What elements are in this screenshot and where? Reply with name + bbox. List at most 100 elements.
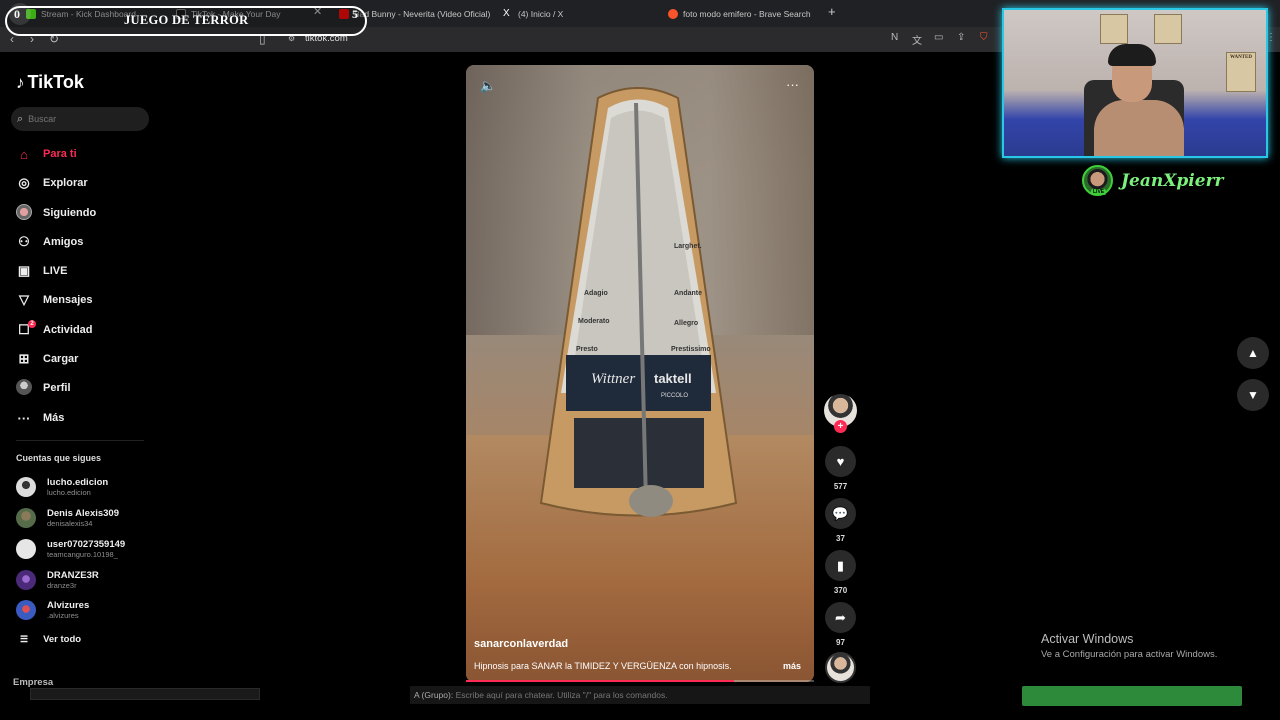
video-progress-fill [466, 680, 734, 682]
avatar-icon [16, 203, 32, 223]
avatar [16, 508, 36, 528]
following-item[interactable]: lucho.edicion lucho.edicion [16, 477, 108, 497]
activity-icon: ☐ 2 [16, 320, 36, 338]
following-handle: dranze3r [47, 581, 77, 590]
following-item[interactable]: user07027359149 teamcanguro.10198_ [16, 539, 125, 559]
nav-actividad[interactable]: ☐ 2 Actividad [16, 320, 93, 340]
tiktok-logo[interactable]: ♪ TikTok [16, 72, 84, 93]
more-options-icon[interactable]: ··· [786, 77, 799, 92]
share-button[interactable]: ➦ [825, 602, 856, 633]
nav-para-ti[interactable]: ⌂ Para ti [16, 144, 77, 164]
overlay-dot [9, 3, 31, 25]
live-icon: ▣ [17, 263, 31, 278]
following-name: DRANZE3R [47, 570, 99, 581]
previous-video-button[interactable]: ▲ [1237, 337, 1269, 369]
translate-off-icon[interactable]: N [891, 32, 898, 43]
search-input[interactable] [28, 114, 139, 124]
metronome-brand-right: taktell [654, 371, 692, 386]
follow-plus-icon[interactable]: + [834, 420, 847, 433]
following-handle: teamcanguro.10198_ [47, 550, 118, 559]
share-icon[interactable]: ⇪ [957, 32, 965, 43]
metronome-model: PICCOLO [661, 393, 688, 399]
heart-icon: ♥ [836, 454, 845, 469]
nav-mensajes[interactable]: ▽ Mensajes [16, 290, 93, 310]
streamer-badge: LIVE JeanXpierr [1082, 165, 1224, 196]
following-item[interactable]: Alvizures .alvizures [16, 600, 89, 620]
search-icon: ⌕ [17, 112, 24, 125]
tab-brave-search[interactable]: foto modo emifero - Brave Search [668, 4, 811, 24]
tempo-label: Adagio [584, 290, 608, 297]
avatar [16, 600, 36, 620]
following-item[interactable]: DRANZE3R dranze3r [16, 570, 99, 590]
comment-icon: 💬 [832, 505, 849, 521]
video-more-link[interactable]: más [783, 661, 801, 671]
volume-icon[interactable]: 🔈 [480, 78, 496, 94]
green-game-button[interactable] [1022, 686, 1242, 706]
metronome-brand-left: Wittner [591, 371, 635, 387]
webcam-feed: WANTED [1002, 8, 1268, 158]
avatar [16, 570, 36, 590]
video-progress-bar[interactable] [466, 680, 814, 682]
nav-explorar[interactable]: ◎ Explorar [16, 173, 88, 193]
nav-amigos[interactable]: ⚇ Amigos [16, 232, 83, 252]
music-disc-avatar[interactable] [825, 652, 856, 683]
game-chat-bar[interactable]: A (Grupo): Escribe aquí para chatear. Ut… [410, 686, 870, 704]
video-player[interactable]: Wittner taktell PICCOLO Larghet. Andante… [466, 65, 814, 682]
save-button[interactable]: ▮ [825, 550, 856, 581]
next-video-button[interactable]: ▼ [1237, 379, 1269, 411]
nav-siguiendo[interactable]: Siguiendo [16, 203, 96, 223]
nav-label: Perfil [43, 382, 71, 394]
nav-label: Explorar [43, 177, 88, 189]
translate-icon[interactable]: 文 [912, 32, 922, 47]
tempo-label: Andante [674, 290, 702, 297]
list-icon: ☰ [20, 634, 29, 644]
overlay-score-left: 0 [14, 7, 20, 21]
tempo-label: Larghet. [674, 243, 702, 250]
streamer-body [1094, 100, 1184, 156]
see-all-label: Ver todo [43, 634, 82, 645]
more-icon: ··· [17, 410, 31, 426]
home-icon: ⌂ [20, 146, 28, 162]
messages-icon: ▽ [19, 292, 29, 307]
wall-poster-wanted: WANTED [1226, 52, 1256, 92]
cast-icon[interactable]: ▭ [934, 32, 943, 43]
overlay-title: JUEGO DE TERROR [124, 13, 249, 27]
save-count: 370 [833, 586, 848, 595]
streamer-name: JeanXpierr [1121, 170, 1224, 191]
new-tab-icon[interactable]: + [828, 4, 836, 19]
nav-perfil[interactable]: Perfil [16, 378, 71, 398]
nav-mas[interactable]: ··· Más [16, 408, 65, 428]
friends-icon: ⚇ [18, 234, 30, 249]
following-name: Denis Alexis309 [47, 508, 119, 519]
see-all-link[interactable]: ☰ Ver todo [20, 634, 81, 645]
nav-cargar[interactable]: ⊞ Cargar [16, 349, 79, 369]
tab-x[interactable]: X (4) Inicio / X [503, 4, 563, 24]
following-handle: denisalexis34 [47, 519, 93, 528]
following-item[interactable]: Denis Alexis309 denisalexis34 [16, 508, 119, 528]
tab-label: Bad Bunny - Neverita (Video Oficial) [354, 9, 491, 19]
nav-label: Cargar [43, 353, 79, 365]
tempo-label: Moderato [578, 318, 610, 325]
bottom-hud-strip [30, 688, 260, 700]
chevron-down-icon: ▼ [1247, 388, 1259, 402]
following-name: user07027359149 [47, 539, 126, 550]
tab-label: foto modo emifero - Brave Search [683, 9, 811, 19]
activation-title: Activar Windows [1041, 632, 1134, 646]
like-button[interactable]: ♥ [825, 446, 856, 477]
windows-activation-watermark: Activar Windows Ve a Configuración para … [1041, 632, 1217, 660]
chat-placeholder: Escribe aquí para chatear. Utiliza "/" p… [455, 690, 668, 700]
brave-shield-icon[interactable]: ⛉ [980, 32, 988, 43]
nav-live[interactable]: ▣ LIVE [16, 261, 68, 281]
share-count: 97 [836, 638, 845, 647]
search-box[interactable]: ⌕ [11, 107, 149, 131]
nav-label: Amigos [43, 236, 84, 248]
tempo-label: Prestissimo [671, 346, 711, 353]
wall-poster [1100, 14, 1128, 44]
bookmark-icon: ▮ [836, 557, 845, 573]
comment-button[interactable]: 💬 [825, 498, 856, 529]
video-username[interactable]: sanarconlaverdad [474, 638, 568, 650]
share-arrow-icon: ➦ [835, 609, 846, 625]
footer-empresa-link[interactable]: Empresa [13, 677, 53, 688]
following-section-title: Cuentas que sigues [16, 453, 102, 463]
overlay-score-right: 5 [352, 7, 358, 21]
